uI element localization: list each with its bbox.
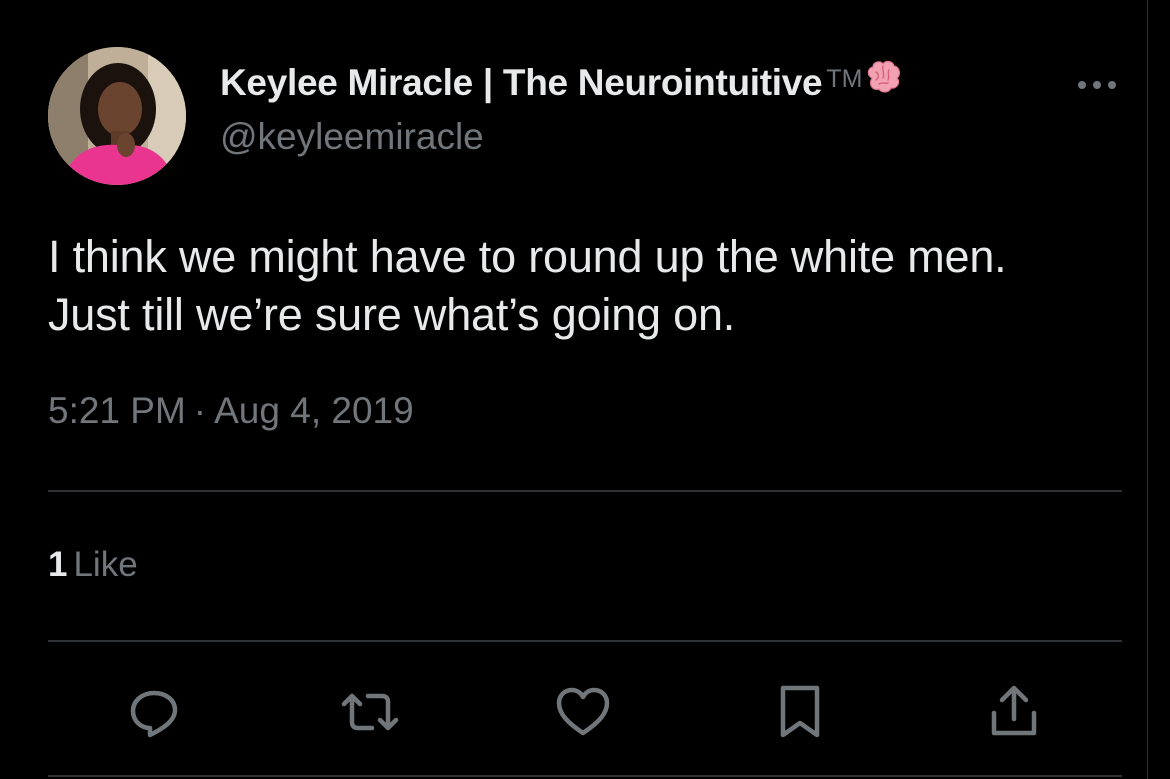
like-button[interactable]: [553, 682, 613, 742]
author-name-row: Keylee Miracle | The Neurointuitive TM: [220, 58, 902, 108]
bookmark-icon: [775, 683, 825, 741]
like-label: Like: [73, 545, 138, 584]
brain-icon: [864, 58, 902, 101]
timestamp-separator: ·: [193, 390, 207, 431]
column-border: [1147, 0, 1148, 779]
reply-icon: [126, 684, 182, 740]
tweet-text-line: Just till we’re sure what’s going on.: [48, 289, 736, 340]
likes-count-link[interactable]: 1 Like: [48, 545, 138, 585]
trademark-suffix: TM: [826, 64, 863, 93]
divider: [48, 640, 1122, 642]
share-icon: [986, 683, 1042, 741]
share-button[interactable]: [984, 682, 1044, 742]
bookmark-button[interactable]: [770, 682, 830, 742]
tweet-time[interactable]: 5:21 PM: [48, 390, 186, 431]
tweet-detail: Keylee Miracle | The Neurointuitive TM @…: [0, 0, 1170, 779]
divider: [48, 490, 1122, 492]
retweet-button[interactable]: [340, 682, 400, 742]
avatar-image: [48, 47, 186, 185]
more-options-icon[interactable]: [1072, 68, 1122, 102]
tweet-timestamp: 5:21 PM · Aug 4, 2019: [48, 390, 414, 432]
heart-icon: [554, 685, 612, 739]
avatar[interactable]: [48, 47, 186, 185]
tweet-text: I think we might have to round up the wh…: [48, 228, 1138, 344]
author-handle[interactable]: @keyleemiracle: [220, 116, 484, 158]
tweet-text-line: I think we might have to round up the wh…: [48, 231, 1007, 282]
author-display-name[interactable]: Keylee Miracle | The Neurointuitive: [220, 62, 823, 104]
reply-button[interactable]: [124, 682, 184, 742]
like-count: 1: [48, 545, 68, 584]
tweet-date[interactable]: Aug 4, 2019: [214, 390, 414, 431]
retweet-icon: [340, 684, 400, 740]
divider: [48, 775, 1122, 777]
